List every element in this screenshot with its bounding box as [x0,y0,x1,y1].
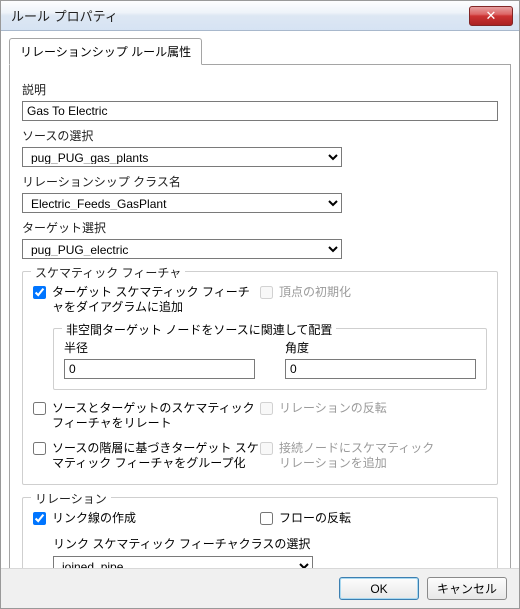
relation-group: リレーション リンク線の作成 フローの反転 リンク スケマティック フィーチャ [22,497,498,568]
titlebar: ルール プロパティ ✕ [1,1,519,31]
reverse-flow-checkbox-row: フローの反転 [260,511,487,526]
init-vertex-label: 頂点の初期化 [279,285,351,300]
link-class-select[interactable]: joined_pipe [53,556,313,568]
create-link-checkbox-row: リンク線の作成 [33,511,260,526]
init-vertex-checkbox-row: 頂点の初期化 [260,285,487,300]
target-label: ターゲット選択 [22,219,498,236]
init-vertex-checkbox [260,286,273,299]
add-target-checkbox-row: ターゲット スケマティック フィーチャをダイアグラムに追加 [33,285,260,315]
add-target-checkbox[interactable] [33,286,46,299]
relationship-class-select[interactable]: Electric_Feeds_GasPlant [22,193,342,213]
nonspatial-group: 非空間ターゲット ノードをソースに関連して配置 半径 角度 [53,328,487,390]
source-label: ソースの選択 [22,127,498,144]
angle-label: 角度 [285,339,476,356]
content-area: リレーションシップ ルール属性 説明 ソースの選択 pug_PUG_gas_pl… [1,31,519,568]
tab-body: 説明 ソースの選択 pug_PUG_gas_plants リレーションシップ ク… [9,64,511,568]
relate-label: ソースとターゲットのスケマティック フィーチャをリレート [52,401,260,431]
group-checkbox[interactable] [33,442,46,455]
add-conn-node-checkbox-row: 接続ノードにスケマティック リレーションを追加 [260,441,487,471]
tab-relationship-rule-attributes[interactable]: リレーションシップ ルール属性 [9,38,202,65]
source-select[interactable]: pug_PUG_gas_plants [22,147,342,167]
add-conn-node-label: 接続ノードにスケマティック リレーションを追加 [279,441,439,471]
reverse-flow-checkbox[interactable] [260,512,273,525]
relation-legend: リレーション [31,490,111,507]
relate-checkbox-row: ソースとターゲットのスケマティック フィーチャをリレート [33,401,260,431]
schematic-feature-group: スケマティック フィーチャ ターゲット スケマティック フィーチャをダイアグラム… [22,271,498,485]
description-input[interactable] [22,101,498,121]
ok-button[interactable]: OK [339,577,419,600]
close-button[interactable]: ✕ [469,6,513,26]
relate-checkbox[interactable] [33,402,46,415]
angle-input[interactable] [285,359,476,379]
group-label: ソースの階層に基づきターゲット スケマティック フィーチャをグループ化 [52,441,260,471]
add-target-label: ターゲット スケマティック フィーチャをダイアグラムに追加 [52,285,252,315]
dialog-footer: OK キャンセル [1,568,519,608]
add-conn-node-checkbox [260,442,273,455]
radius-label: 半径 [64,339,255,356]
nonspatial-legend: 非空間ターゲット ノードをソースに関連して配置 [62,321,336,338]
reverse-flow-label: フローの反転 [279,511,351,526]
relationship-class-label: リレーションシップ クラス名 [22,173,498,190]
cancel-button[interactable]: キャンセル [427,577,507,600]
group-checkbox-row: ソースの階層に基づきターゲット スケマティック フィーチャをグループ化 [33,441,260,471]
reverse-relation-checkbox-row: リレーションの反転 [260,401,487,416]
reverse-relation-checkbox [260,402,273,415]
window-title: ルール プロパティ [11,6,469,25]
reverse-relation-label: リレーションの反転 [279,401,387,416]
create-link-checkbox[interactable] [33,512,46,525]
tabstrip: リレーションシップ ルール属性 [9,37,511,64]
link-class-label: リンク スケマティック フィーチャクラスの選択 [53,535,487,552]
schematic-legend: スケマティック フィーチャ [31,264,185,281]
radius-input[interactable] [64,359,255,379]
create-link-label: リンク線の作成 [52,511,136,526]
description-label: 説明 [22,81,498,98]
target-select[interactable]: pug_PUG_electric [22,239,342,259]
